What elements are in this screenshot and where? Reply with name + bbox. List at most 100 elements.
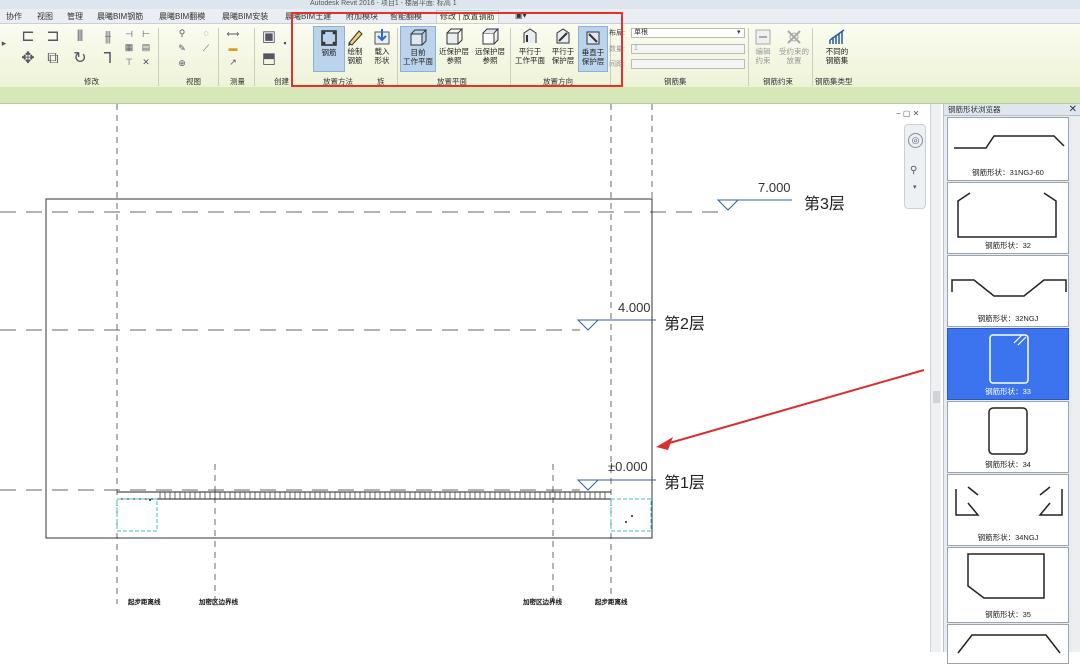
affected-placement-label-2: 放置 — [786, 56, 802, 65]
hide-icon[interactable]: ⚲ — [176, 28, 188, 38]
quantity-input[interactable]: 1 — [631, 44, 745, 54]
edit-constraints-button[interactable]: 编辑 约束 — [750, 26, 776, 72]
spacing-field: 间距: — [609, 59, 749, 69]
mirror-draw-icon[interactable]: ⫵ — [98, 28, 118, 46]
panel-label-rebar-set: 钢筋集 — [664, 77, 687, 86]
create-group-icon[interactable]: ▣ — [260, 28, 278, 46]
beam-rebar — [116, 491, 652, 532]
level-marker-2 — [576, 319, 656, 331]
steering-wheel-icon[interactable]: ◎ — [908, 133, 923, 148]
tab-chenxi-modeling[interactable]: 晨曦BIM翻模 — [159, 11, 205, 22]
shape-item-33[interactable]: 钢筋形状：33 — [947, 328, 1069, 400]
shape-item-34[interactable]: 钢筋形状：34 — [947, 401, 1069, 473]
mirror-axis-icon[interactable]: ⫴ — [70, 28, 90, 46]
stirrups — [159, 492, 606, 499]
shape-item-34ngj[interactable]: 钢筋形状：34NGJ — [947, 474, 1069, 546]
dimension-icon[interactable]: ↗ — [222, 57, 244, 67]
separator — [748, 28, 749, 86]
shape-label: 钢筋形状：34 — [985, 460, 1031, 469]
column-left-rebar — [116, 498, 158, 532]
panel-label-create: 创建 — [274, 77, 289, 86]
shape-label: 钢筋形状：31NGJ-60 — [972, 168, 1044, 177]
spacing-input[interactable] — [631, 59, 745, 69]
override-graphics-icon[interactable]: ◌ — [200, 28, 212, 38]
affected-placement-button[interactable]: 受约束的 放置 — [778, 26, 810, 72]
shape-label: 钢筋形状：35 — [985, 610, 1031, 619]
level-elevation-2: 4.000 — [618, 300, 651, 315]
shape-label: 钢筋形状：32 — [985, 241, 1031, 250]
shape-label: 钢筋形状：33 — [985, 387, 1031, 396]
zoom-icon[interactable]: ⚲ — [910, 165, 917, 176]
create-part-icon[interactable]: ⬒ — [260, 50, 278, 68]
linework-icon[interactable]: ✎ — [176, 43, 188, 53]
copy-icon[interactable]: ⧉ — [43, 50, 63, 68]
zoom-dropdown-icon[interactable]: ▾ — [913, 183, 917, 191]
shape-browser-scrollbar[interactable] — [1072, 117, 1080, 652]
options-bar — [0, 87, 1080, 104]
offset-icon[interactable]: ⊐ — [43, 28, 63, 46]
scrollbar-thumb[interactable] — [933, 391, 940, 403]
level-name-3: 第3层 — [804, 196, 845, 213]
window-title: Autodesk Revit 2016 - 项目1 - 楼层平面: 标高 1 — [310, 0, 457, 7]
shape-browser-title: 钢筋形状浏览器 — [944, 104, 1080, 116]
layout-field: 布局: 单根 ▾ — [609, 28, 749, 38]
separator — [812, 28, 813, 86]
layout-dropdown-icon[interactable]: ▾ — [737, 28, 741, 36]
array-icon[interactable]: ▦ — [123, 42, 135, 52]
panel-label-rebar-set-type: 钢筋集类型 — [815, 77, 853, 86]
rebar-shape-browser: 钢筋形状浏览器 ✕ 钢筋形状：31NGJ-60 钢筋形状：32 钢筋形状：32N… — [943, 104, 1080, 664]
aligned-dimension-icon[interactable]: ▬ — [222, 43, 244, 53]
layout-select[interactable]: 单根 — [631, 28, 745, 38]
measure-icon[interactable]: ⟷ — [222, 29, 244, 39]
shape-next-icon — [957, 634, 1061, 654]
modify-dropdown-icon[interactable]: ▸ — [0, 38, 8, 48]
rotate-icon[interactable]: ↻ — [70, 50, 90, 68]
shape-item-35[interactable]: 钢筋形状：35 — [947, 547, 1069, 623]
tab-chenxi-rebar[interactable]: 晨曦BIM钢筋 — [97, 11, 143, 22]
panel-label-measure: 测量 — [230, 77, 245, 86]
label-dense-boundary-left: 加密区边界线 — [199, 599, 238, 606]
shape-item-32ngj[interactable]: 钢筋形状：32NGJ — [947, 255, 1069, 327]
different-set-label-2: 钢筋集 — [825, 56, 849, 65]
align-icon[interactable]: ⊏ — [18, 28, 38, 46]
view-misc-icon[interactable]: ⊕ — [176, 58, 188, 68]
tab-chenxi-mep[interactable]: 晨曦BIM安装 — [222, 11, 268, 22]
drawing-canvas[interactable]: 7.000 第3层 4.000 第2层 ±0.000 第1层 起步距离线 加密区… — [0, 104, 930, 652]
edit-constraints-icon — [755, 29, 771, 45]
annotation-highlight-box — [291, 12, 623, 87]
shape-item-next[interactable] — [947, 624, 1069, 664]
split-gap-icon[interactable]: ⊢ — [140, 29, 152, 39]
navigation-bar: ◎ ⚲ ▾ — [904, 124, 926, 209]
move-icon[interactable]: ✥ — [18, 50, 38, 68]
pin-icon[interactable]: ⊤ — [123, 57, 135, 67]
edit-constraints-label-2: 约束 — [755, 56, 771, 65]
unpin-icon[interactable]: ✕ — [140, 57, 152, 67]
trim-icon[interactable]: ⅂ — [98, 50, 118, 68]
level-name-2: 第2层 — [664, 316, 705, 333]
view-window-controls[interactable]: − ▢ ✕ — [896, 109, 919, 118]
quantity-field: 数量: 1 — [609, 44, 749, 54]
tab-view[interactable]: 视图 — [37, 11, 53, 22]
split-icon[interactable]: ⊣ — [123, 29, 135, 39]
edit-constraints-label-1: 编辑 — [755, 47, 771, 56]
affected-placement-label-1: 受约束的 — [779, 47, 809, 56]
create-similar-icon[interactable]: ▪ — [280, 38, 290, 48]
shape-label: 钢筋形状：34NGJ — [977, 533, 1039, 542]
shape-item-32[interactable]: 钢筋形状：32 — [947, 182, 1069, 254]
separator — [254, 28, 255, 86]
label-start-distance-left: 起步距离线 — [128, 599, 161, 606]
column-right-rebar — [610, 498, 652, 532]
shape-item-31ngj-60[interactable]: 钢筋形状：31NGJ-60 — [947, 117, 1069, 181]
separator — [158, 28, 159, 86]
different-set-icon — [829, 29, 845, 44]
scale-icon[interactable]: ▤ — [140, 42, 152, 52]
close-icon[interactable]: ✕ — [1069, 104, 1077, 116]
paint-icon[interactable]: ⟋ — [200, 43, 212, 53]
canvas-vertical-scrollbar[interactable] — [930, 104, 941, 652]
tab-collaborate[interactable]: 协作 — [6, 11, 22, 22]
label-dense-boundary-right: 加密区边界线 — [523, 599, 562, 606]
tab-manage[interactable]: 管理 — [67, 11, 83, 22]
different-set-button[interactable]: 不同的 钢筋集 — [820, 26, 854, 72]
label-start-distance-right: 起步距离线 — [595, 599, 628, 606]
panel-label-modify: 修改 — [84, 77, 99, 86]
